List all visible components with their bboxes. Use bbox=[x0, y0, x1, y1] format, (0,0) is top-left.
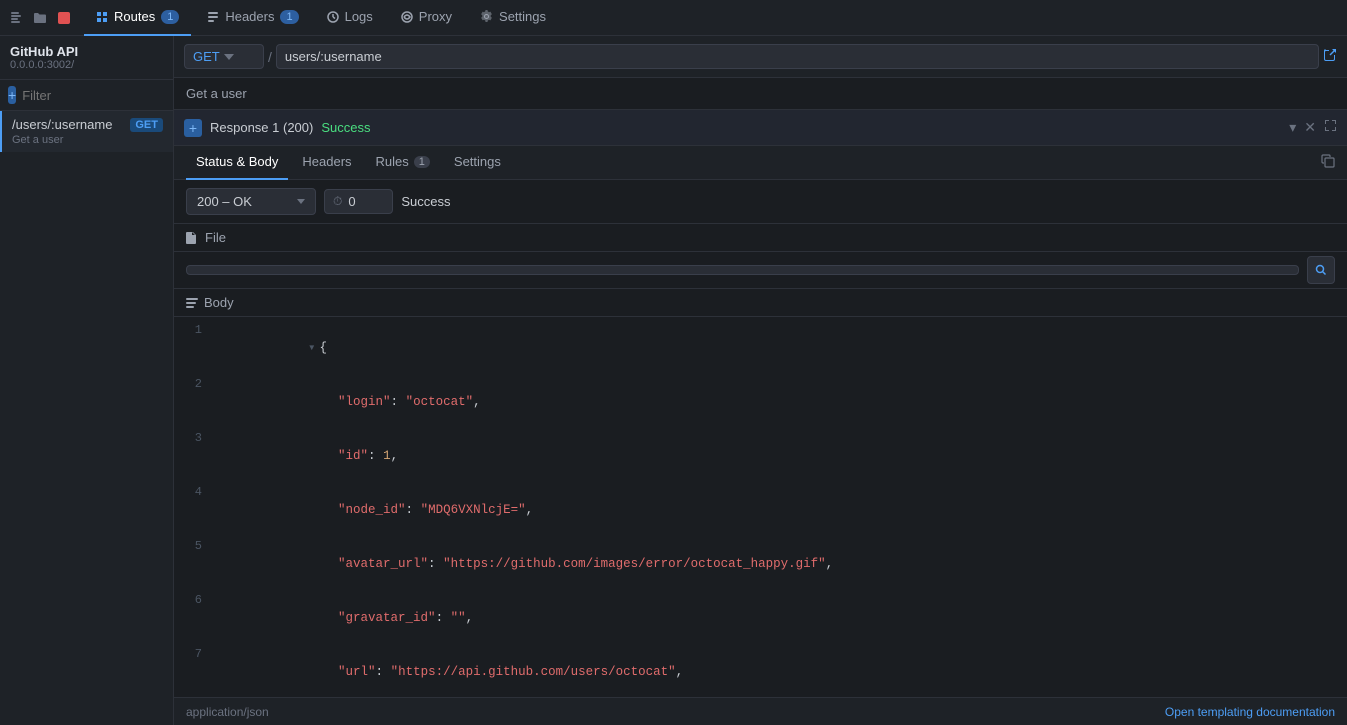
route-item-description: Get a user bbox=[12, 134, 163, 146]
tab-logs[interactable]: Logs bbox=[315, 0, 385, 36]
folder-nav-icon[interactable] bbox=[32, 10, 48, 26]
code-line-4: 4 "node_id": "MDQ6VXNlcjE=", bbox=[174, 483, 1347, 537]
response-title: Response 1 (200) bbox=[210, 120, 313, 135]
method-badge: GET bbox=[130, 118, 163, 132]
tab-headers[interactable]: Headers bbox=[292, 146, 361, 180]
bottom-bar: application/json Open templating documen… bbox=[174, 697, 1347, 725]
route-item-path: /users/:username GET bbox=[12, 117, 163, 132]
file-path-input[interactable] bbox=[186, 265, 1299, 275]
tab-settings[interactable]: Settings bbox=[468, 0, 558, 36]
stop-nav-icon[interactable] bbox=[56, 10, 72, 26]
app-subtitle: 0.0.0.0:3002/ bbox=[10, 59, 163, 71]
content-type-label: application/json bbox=[186, 705, 269, 719]
code-line-6: 6 "gravatar_id": "", bbox=[174, 591, 1347, 645]
url-path-input[interactable] bbox=[276, 44, 1319, 69]
response-expand-button[interactable] bbox=[1324, 119, 1337, 136]
route-description: Get a user bbox=[174, 78, 1347, 110]
response-tabs-bar: Status & Body Headers Rules 1 Settings bbox=[174, 146, 1347, 180]
response-actions: ▾ ✕ bbox=[1289, 119, 1337, 136]
top-nav: Routes 1 Headers 1 Logs Proxy Settings bbox=[0, 0, 1347, 36]
status-text: Success bbox=[401, 194, 1335, 209]
add-route-button[interactable]: + bbox=[8, 86, 16, 104]
tab-routes[interactable]: Routes 1 bbox=[84, 0, 191, 36]
tab-proxy[interactable]: Proxy bbox=[389, 0, 464, 36]
code-editor[interactable]: 1 ▾{ 2 "login": "octocat", 3 "id": 1, bbox=[174, 317, 1347, 697]
sidebar-header: GitHub API 0.0.0.0:3002/ bbox=[0, 36, 173, 80]
code-line-7: 7 "url": "https://api.github.com/users/o… bbox=[174, 645, 1347, 697]
file-label: File bbox=[205, 230, 226, 245]
code-line-1: 1 ▾{ bbox=[174, 321, 1347, 375]
external-link-icon[interactable] bbox=[1323, 48, 1337, 65]
main-layout: GitHub API 0.0.0.0:3002/ + /users/:usern… bbox=[0, 36, 1347, 725]
tab-settings[interactable]: Settings bbox=[444, 146, 511, 180]
sidebar-filter: + bbox=[0, 80, 173, 111]
code-line-5: 5 "avatar_url": "https://github.com/imag… bbox=[174, 537, 1347, 591]
filter-input[interactable] bbox=[22, 88, 198, 103]
content-area: GET / Get a user + Response 1 (200) Succ… bbox=[174, 36, 1347, 725]
status-code-select[interactable]: 200 – OK bbox=[186, 188, 316, 215]
status-row: 200 – OK ⏱ Success bbox=[174, 180, 1347, 224]
file-nav-icon[interactable] bbox=[8, 10, 24, 26]
body-label: Body bbox=[204, 295, 234, 310]
response-close-button[interactable]: ✕ bbox=[1304, 119, 1316, 136]
delay-input-wrap: ⏱ bbox=[324, 189, 393, 214]
file-input-row bbox=[174, 252, 1347, 289]
tab-rules[interactable]: Rules 1 bbox=[366, 146, 440, 180]
response-dropdown-button[interactable]: ▾ bbox=[1289, 119, 1296, 136]
route-item[interactable]: /users/:username GET Get a user bbox=[0, 111, 173, 152]
body-label-row: Body bbox=[174, 289, 1347, 317]
clock-icon: ⏱ bbox=[333, 194, 342, 209]
file-search-button[interactable] bbox=[1307, 256, 1335, 284]
url-slash: / bbox=[268, 49, 272, 65]
method-select[interactable]: GET bbox=[184, 44, 264, 69]
code-line-3: 3 "id": 1, bbox=[174, 429, 1347, 483]
url-bar: GET / bbox=[174, 36, 1347, 78]
response-panel: + Response 1 (200) Success ▾ ✕ St bbox=[174, 110, 1347, 725]
delay-input[interactable] bbox=[348, 194, 384, 209]
add-response-button[interactable]: + bbox=[184, 119, 202, 137]
tab-status-body[interactable]: Status & Body bbox=[186, 146, 288, 180]
templating-docs-link[interactable]: Open templating documentation bbox=[1165, 705, 1335, 719]
window-icons bbox=[8, 10, 72, 26]
sidebar: GitHub API 0.0.0.0:3002/ + /users/:usern… bbox=[0, 36, 174, 725]
response-header: + Response 1 (200) Success ▾ ✕ bbox=[174, 110, 1347, 146]
response-status-badge: Success bbox=[321, 120, 370, 135]
copy-button[interactable] bbox=[1321, 154, 1335, 171]
tab-headers[interactable]: Headers 1 bbox=[195, 0, 310, 36]
code-line-2: 2 "login": "octocat", bbox=[174, 375, 1347, 429]
app-title: GitHub API bbox=[10, 44, 163, 59]
file-label-row: File bbox=[174, 224, 1347, 252]
